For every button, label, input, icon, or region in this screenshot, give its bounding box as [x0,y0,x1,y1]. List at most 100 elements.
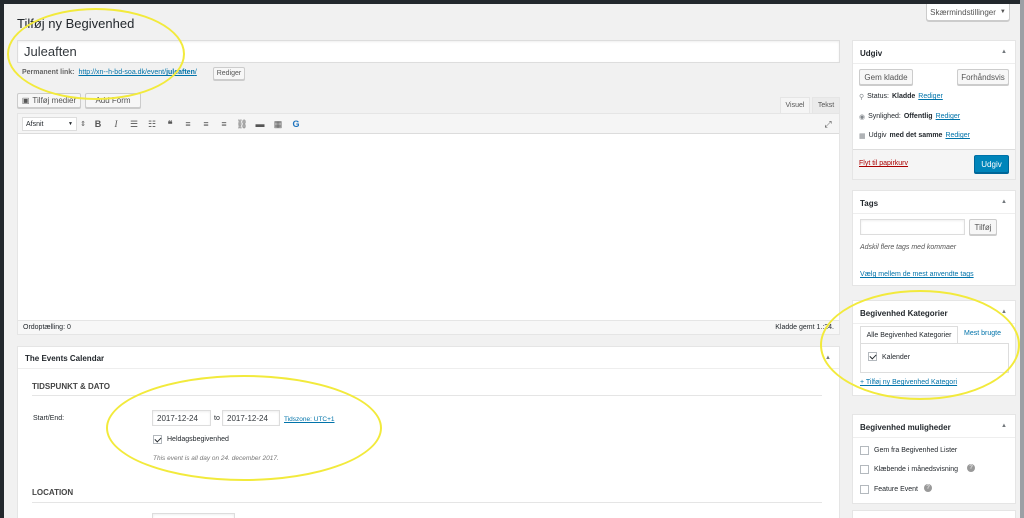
collapse-up-icon[interactable]: ▲ [1001,199,1007,205]
save-draft-label: Gem kladde [864,72,908,82]
screen-options-button[interactable]: Skærmindstillinger ▼ [926,4,1010,21]
category-label: Kalender [882,354,911,361]
updown-icon[interactable]: ⇕ [76,117,90,131]
tab-all-categories-label: Alle Begivenhed Kategorier [866,331,952,339]
status-row: ⚲ Status: Kladde Rediger [859,93,943,101]
trash-link[interactable]: Flyt til papirkurv [859,160,908,167]
collapse-up-icon[interactable]: ▲ [825,355,831,361]
draft-saved-tail: :24. [822,324,834,331]
status-value: Kladde [891,93,916,100]
tags-box: Tags ▲ Tilføj Adskil flere tags med komm… [852,190,1016,286]
start-date-input[interactable]: 2017-12-24 [152,410,211,426]
add-tag-label: Tilføj [974,222,992,232]
help-icon[interactable]: ? [967,464,975,472]
draft-saved-text: Kladde gemt 1. [775,324,823,331]
allday-checkbox[interactable] [153,435,162,444]
status-edit-link[interactable]: Rediger [918,93,943,101]
scrollbar[interactable] [1020,0,1024,518]
post-title-input[interactable]: Juleaften [17,40,840,63]
divider [32,395,822,396]
end-date-input[interactable]: 2017-12-24 [222,410,280,426]
visibility-row: ◉ Synlighed: Offentlig Rediger [859,113,960,121]
preview-label: Forhåndsvis [961,72,1005,82]
next-box-edge [852,510,1016,518]
option-hide-label: Gem fra Begivenhed Lister [874,447,958,454]
tab-visual[interactable]: Visuel [780,97,810,113]
visibility-edit-link[interactable]: Rediger [936,113,961,121]
publish-button-label: Udgiv [981,159,1002,169]
option-hide-checkbox[interactable] [860,446,869,455]
align-left-icon[interactable]: ≡ [181,117,195,131]
help-icon[interactable]: ? [924,484,932,492]
admin-menu-edge [0,0,4,518]
preview-button[interactable]: Forhåndsvis [957,69,1009,85]
editor-content[interactable] [18,135,839,321]
publish-button[interactable]: Udgiv [974,155,1009,173]
collapse-up-icon[interactable]: ▲ [1001,423,1007,429]
permalink-row: Permanent link: http://xn--h-bd-soa.dk/e… [22,69,197,76]
choose-tags-link[interactable]: Vælg mellem de mest anvendte tags [860,271,974,278]
schedule-edit-link[interactable]: Rediger [945,132,970,140]
bullet-list-icon[interactable]: ☰ [127,117,141,131]
numbered-list-icon[interactable]: ☷ [145,117,159,131]
divider [32,502,822,503]
add-tag-button[interactable]: Tilføj [969,219,997,235]
media-icon: ▣ [21,96,30,105]
link-icon[interactable]: ⛓ [235,117,249,131]
venue-select[interactable] [152,513,235,518]
align-center-icon[interactable]: ≡ [199,117,213,131]
format-select[interactable]: Afsnit ▼ [22,117,77,131]
collapse-up-icon[interactable]: ▲ [1001,49,1007,55]
add-category-link[interactable]: + Tilføj ny Begivenhed Kategori [860,379,957,386]
event-options-title: Begivenhed muligheder [860,423,951,432]
visibility-label: Synlighed: [868,113,901,120]
category-checkbox[interactable] [868,352,877,361]
permalink-url-post: / [194,69,197,76]
word-count: Ordoptælling: 0 [23,324,71,331]
tab-visual-label: Visuel [785,102,805,109]
divider [853,213,1015,214]
permalink-edit-button[interactable]: Rediger [213,67,245,80]
collapse-up-icon[interactable]: ▲ [1001,309,1007,315]
top-edge [0,0,1024,4]
blockquote-icon[interactable]: ❝ [163,117,177,131]
permalink-url[interactable]: http://xn--h-bd-soa.dk/event/juleaften/ [79,69,197,76]
fullscreen-icon[interactable]: ⤢ [821,117,835,131]
categories-title: Begivenhed Kategorier [860,309,948,318]
draft-saved-status: Kladde gemt 1.:24. [775,324,834,331]
schedule-row: ▦ Udgiv med det samme Rediger [859,132,970,140]
section-location-title: LOCATION [32,488,74,497]
add-media-button[interactable]: ▣ Tilføj medier [17,93,81,108]
gravity-forms-icon[interactable]: G [289,117,303,131]
schedule-value: med det samme [889,132,943,139]
option-feature-label: Feature Event [874,486,918,493]
italic-icon[interactable]: I [109,117,123,131]
tags-hint: Adskil flere tags med kommaer [860,244,957,251]
toolbar-toggle-icon[interactable]: ▦ [271,117,285,131]
align-right-icon[interactable]: ≡ [217,117,231,131]
add-media-label: Tilføj medier [32,96,77,105]
option-sticky-label: Klæbende i månedsvisning [874,466,959,473]
start-date-value: 2017-12-24 [157,413,198,423]
tags-title: Tags [860,199,879,208]
editor-statusbar: Ordoptælling: 0 Kladde gemt 1.:24. [18,320,839,334]
read-more-icon[interactable]: ▬ [253,117,267,131]
divider [853,63,1015,64]
publish-box: Udgiv ▲ Gem kladde Forhåndsvis ⚲ Status:… [852,40,1016,180]
tab-text[interactable]: Tekst [812,97,840,113]
tab-popular-categories[interactable]: Mest brugte [964,330,1001,337]
bold-icon[interactable]: B [91,117,105,131]
permalink-url-pre: http://xn--h-bd-soa.dk/event/ [78,69,167,76]
option-sticky-checkbox[interactable] [860,465,869,474]
status-label: Status: [867,93,889,100]
save-draft-button[interactable]: Gem kladde [859,69,913,85]
option-feature-checkbox[interactable] [860,485,869,494]
categories-list: Kalender [860,343,1009,373]
tab-all-categories[interactable]: Alle Begivenhed Kategorier [860,326,958,343]
timezone-link[interactable]: Tidszone: UTC+1 [284,416,335,423]
add-form-button[interactable]: Add Form [85,93,141,108]
editor-frame: Afsnit ▼ ⇕ B I ☰ ☷ ❝ ≡ ≡ ≡ ⛓ ▬ ▦ G ⤢ Ord… [17,113,840,335]
tags-input[interactable] [860,219,965,235]
section-time-title: TIDSPUNKT & DATO [32,382,110,391]
events-calendar-title: The Events Calendar [25,354,105,363]
